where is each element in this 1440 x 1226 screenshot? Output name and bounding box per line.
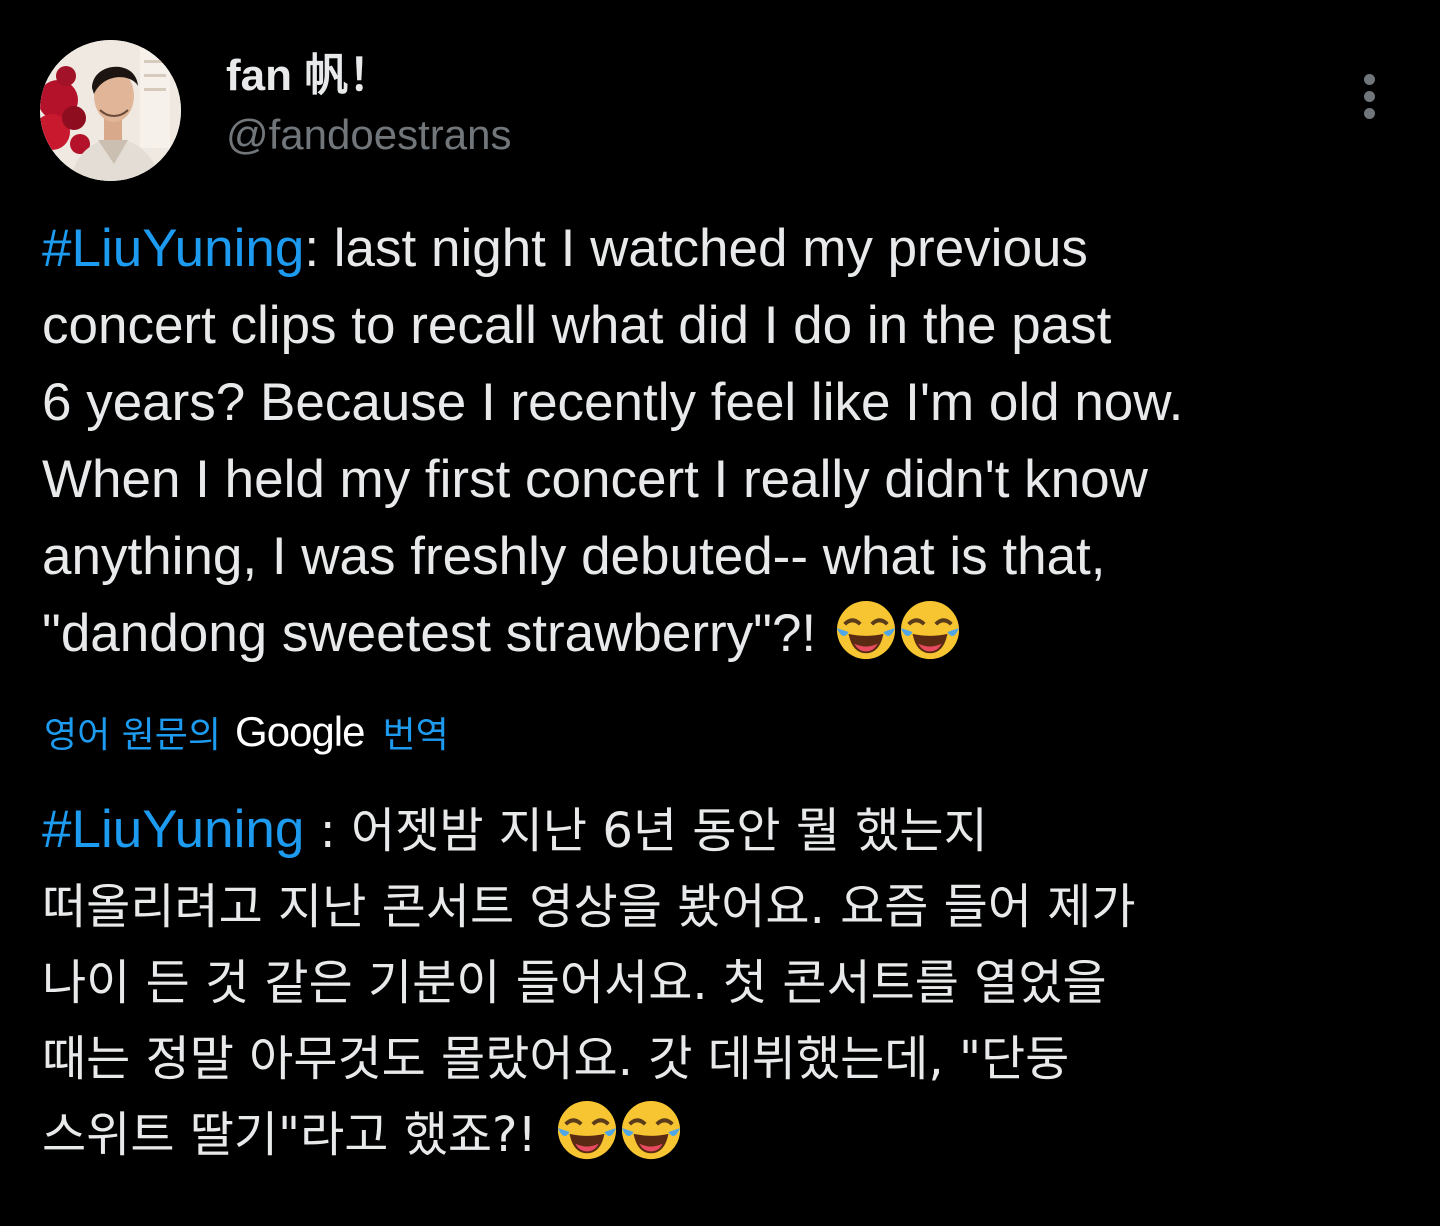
more-dots-icon	[1364, 74, 1375, 85]
tweet-line: anything, I was freshly debuted-- what i…	[42, 527, 1106, 586]
hashtag-link[interactable]: #LiuYuning	[42, 800, 304, 859]
translated-text-segment: : 어젯밤 지난 6년 동안 뭘 했는지	[304, 803, 988, 859]
avatar-image	[40, 40, 181, 181]
translated-text-segment: 스위트 딸기"라고 했죠?!	[42, 1107, 537, 1163]
tweet-text-segment: "dandong sweetest strawberry"?!	[42, 604, 817, 663]
more-dots-icon	[1364, 91, 1375, 102]
tweet-line: #LiuYuning: last night I watched my prev…	[42, 210, 1412, 287]
tweet-text-segment: : last night I watched my previous	[304, 219, 1088, 278]
translated-line: 때는 정말 아무것도 몰랐어요. 갓 데뷔했는데, "단둥	[42, 1031, 1070, 1087]
translation-prefix: 영어 원문의	[44, 715, 222, 756]
tweet-card[interactable]: fan 帆！ @fandoestrans #LiuYuning: last ni…	[0, 0, 1440, 1226]
more-dots-icon	[1364, 108, 1375, 119]
translated-line: 나이 든 것 같은 기분이 들어서요. 첫 콘서트를 열었을	[42, 955, 1107, 1011]
tweet-body: #LiuYuning: last night I watched my prev…	[42, 210, 1412, 672]
tweet-line: "dandong sweetest strawberry"?!	[42, 595, 1412, 672]
tweet-line: When I held my first concert I really di…	[42, 450, 1148, 509]
google-logo: Google	[235, 708, 365, 755]
translation-suffix: 번역	[382, 715, 449, 756]
avatar[interactable]	[40, 40, 181, 181]
translated-line: 스위트 딸기"라고 했죠?!	[42, 1097, 1412, 1173]
author-display-name[interactable]: fan 帆！	[226, 50, 511, 102]
face-with-tears-of-joy-icon	[621, 1100, 681, 1160]
translated-body: #LiuYuning : 어젯밤 지난 6년 동안 뭘 했는지 떠올리려고 지난…	[42, 792, 1412, 1173]
face-with-tears-of-joy-icon	[836, 600, 895, 660]
face-with-tears-of-joy-icon	[557, 1100, 617, 1160]
more-options-button[interactable]	[1346, 66, 1394, 126]
author-info: fan 帆！ @fandoestrans	[226, 50, 511, 160]
translation-attribution[interactable]: 영어 원문의 Google 번역	[44, 706, 449, 758]
hashtag-link[interactable]: #LiuYuning	[42, 219, 304, 278]
tweet-line: concert clips to recall what did I do in…	[42, 296, 1112, 355]
face-with-tears-of-joy-icon	[900, 600, 959, 660]
author-handle[interactable]: @fandoestrans	[226, 110, 511, 160]
translated-line: 떠올리려고 지난 콘서트 영상을 봤어요. 요즘 들어 제가	[42, 879, 1136, 935]
tweet-line: 6 years? Because I recently feel like I'…	[42, 373, 1184, 432]
translated-line: #LiuYuning : 어젯밤 지난 6년 동안 뭘 했는지	[42, 792, 1412, 869]
